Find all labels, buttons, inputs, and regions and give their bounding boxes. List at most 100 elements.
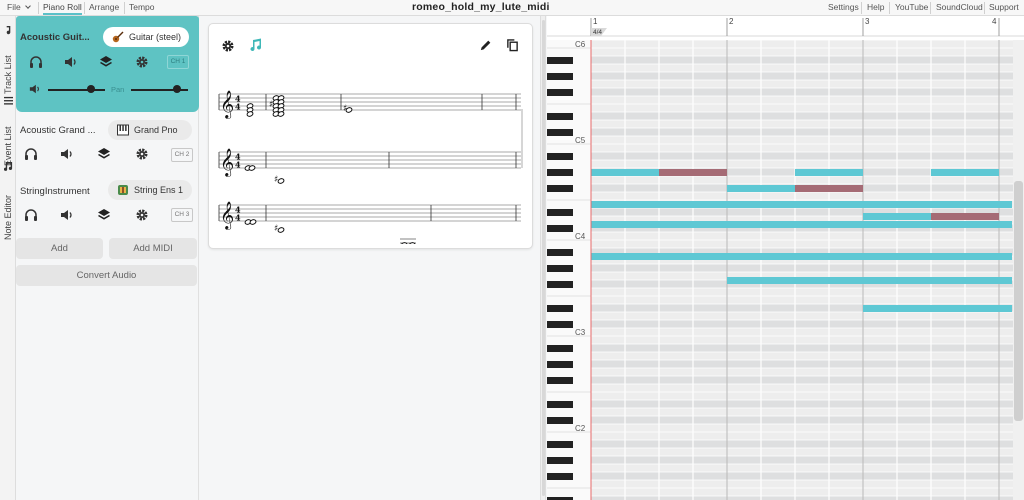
gear-icon[interactable]: [135, 55, 149, 69]
midi-note[interactable]: [727, 185, 795, 192]
headphones-icon[interactable]: [24, 208, 38, 222]
convert-audio-button[interactable]: Convert Audio: [16, 265, 197, 286]
notation-panel: 𝄞 4 4 𝄞 4 4 𝄞 4 4 ♯ ♯ ♯ ♯: [200, 16, 540, 500]
gear-icon[interactable]: [221, 39, 235, 53]
menu-separator: [889, 2, 890, 14]
tab-arrange[interactable]: Arrange: [89, 0, 119, 15]
add-track-button[interactable]: Add: [16, 238, 103, 259]
black-key[interactable]: [547, 441, 573, 448]
grid-row: [591, 488, 1024, 496]
black-key[interactable]: [547, 185, 573, 192]
key-label: C3: [575, 328, 586, 337]
tab-note-editor[interactable]: Note Editor: [1, 162, 15, 242]
black-key[interactable]: [547, 457, 573, 464]
copy-icon[interactable]: [506, 38, 519, 52]
youtube-link[interactable]: YouTube: [895, 0, 928, 15]
black-key[interactable]: [547, 73, 573, 80]
midi-note[interactable]: [591, 221, 1012, 228]
black-key[interactable]: [547, 225, 573, 232]
settings-link[interactable]: Settings: [828, 0, 859, 15]
grid-row: [591, 472, 1024, 480]
grid-row: [591, 456, 1024, 464]
black-key[interactable]: [547, 129, 573, 136]
black-key[interactable]: [547, 473, 573, 480]
help-link[interactable]: Help: [867, 0, 884, 15]
splitter-handle[interactable]: [542, 20, 545, 496]
key-label: C2: [575, 424, 586, 433]
layers-icon[interactable]: [99, 55, 113, 69]
file-menu[interactable]: File: [7, 0, 21, 15]
timeline-ruler[interactable]: [547, 16, 1024, 36]
volume-icon[interactable]: [60, 147, 74, 161]
black-key[interactable]: [547, 321, 573, 328]
headphones-icon[interactable]: [29, 55, 43, 69]
soundcloud-link[interactable]: SoundCloud: [936, 0, 983, 15]
midi-note[interactable]: [795, 185, 863, 192]
gear-icon[interactable]: [135, 208, 149, 222]
grid-row: [591, 40, 1024, 48]
track-name: Acoustic Grand ...: [20, 125, 96, 136]
grid-row: [591, 432, 1024, 440]
black-key[interactable]: [547, 209, 573, 216]
black-key[interactable]: [547, 153, 573, 160]
black-key[interactable]: [547, 305, 573, 312]
track-list-panel: Acoustic Guit... Guitar (steel) CH 1 Pan…: [16, 16, 199, 500]
notehead: [277, 178, 285, 184]
midi-note[interactable]: [727, 277, 1012, 284]
add-midi-button[interactable]: Add MIDI: [109, 238, 197, 259]
midi-note[interactable]: [591, 253, 1012, 260]
volume-slider-knob[interactable]: [86, 85, 95, 93]
time-signature-label: 4/4: [593, 29, 602, 36]
track-item[interactable]: StringInstrument String Ens 1 CH 3: [16, 180, 199, 232]
midi-note[interactable]: [591, 201, 1012, 208]
midi-note[interactable]: [591, 169, 659, 176]
midi-note[interactable]: [795, 169, 863, 176]
menu-bar: File Piano Roll Arrange Tempo romeo_hold…: [0, 0, 1024, 16]
piano-roll-canvas[interactable]: C6 C5 C4 C3 C2 1 2 3 4 4/4: [547, 16, 1024, 500]
midi-note[interactable]: [863, 305, 1012, 312]
support-link[interactable]: Support: [989, 0, 1019, 15]
black-key[interactable]: [547, 417, 573, 424]
black-key[interactable]: [547, 169, 573, 176]
pencil-icon[interactable]: [479, 39, 492, 52]
headphones-icon[interactable]: [24, 147, 38, 161]
black-key[interactable]: [547, 249, 573, 256]
instrument-button[interactable]: Grand Pno: [108, 120, 192, 140]
track-item[interactable]: Acoustic Grand ... Grand Pno CH 2: [16, 118, 199, 170]
black-key[interactable]: [547, 113, 573, 120]
black-key[interactable]: [547, 265, 573, 272]
measure-number: 1: [593, 17, 598, 26]
instrument-button[interactable]: String Ens 1: [108, 180, 192, 200]
black-key[interactable]: [547, 377, 573, 384]
tab-track-list[interactable]: Track List: [1, 26, 15, 98]
grid-row: [591, 336, 1024, 344]
midi-note[interactable]: [659, 169, 727, 176]
volume-icon[interactable]: [60, 208, 74, 222]
track-item[interactable]: Acoustic Guit... Guitar (steel) CH 1 Pan: [16, 16, 199, 112]
black-key[interactable]: [547, 57, 573, 64]
music-note-icon[interactable]: [249, 38, 263, 52]
panel-splitter[interactable]: [540, 16, 546, 500]
scrollbar-thumb[interactable]: [1014, 181, 1023, 421]
tab-event-list[interactable]: Event List: [1, 96, 15, 168]
black-key[interactable]: [547, 345, 573, 352]
black-key[interactable]: [547, 89, 573, 96]
layers-icon[interactable]: [97, 147, 111, 161]
black-key[interactable]: [547, 401, 573, 408]
piano-roll[interactable]: C6 C5 C4 C3 C2 1 2 3 4 4/4: [547, 16, 1024, 500]
instrument-button[interactable]: Guitar (steel): [103, 27, 189, 47]
black-key[interactable]: [547, 361, 573, 368]
volume-slider[interactable]: [48, 89, 105, 91]
midi-note[interactable]: [931, 213, 999, 220]
pan-slider-knob[interactable]: [172, 85, 181, 93]
midi-note[interactable]: [863, 213, 931, 220]
gear-icon[interactable]: [135, 147, 149, 161]
tab-piano-roll[interactable]: Piano Roll: [43, 0, 82, 15]
layers-icon[interactable]: [97, 208, 111, 222]
tab-tempo[interactable]: Tempo: [129, 0, 155, 15]
black-key[interactable]: [547, 281, 573, 288]
midi-note[interactable]: [931, 169, 999, 176]
volume-icon[interactable]: [64, 55, 78, 69]
grid-row: [591, 360, 1024, 368]
grid-row: [591, 344, 1024, 352]
